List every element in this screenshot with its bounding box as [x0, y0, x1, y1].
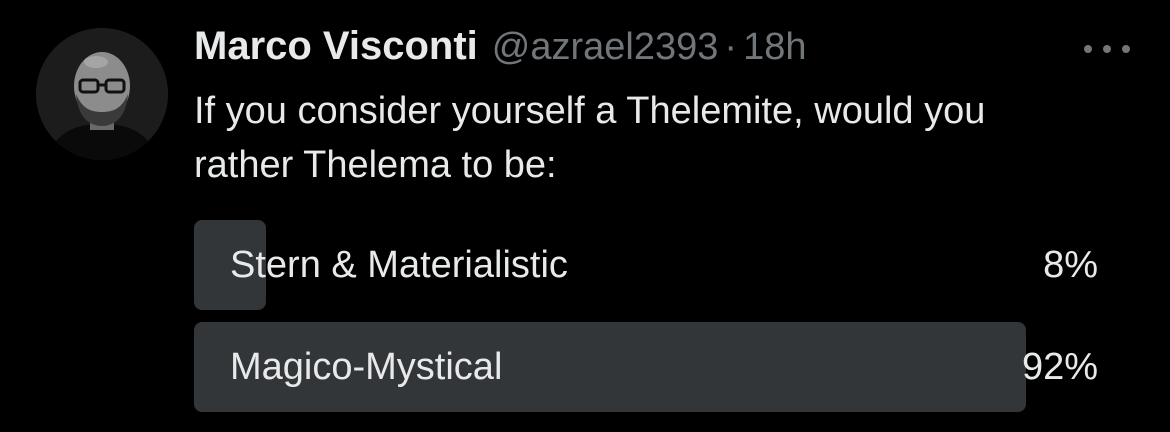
author-avatar[interactable]	[36, 28, 168, 160]
poll-option-label: Stern & Materialistic	[230, 244, 568, 286]
poll-option: Stern & Materialistic 8%	[194, 220, 1098, 310]
poll: Stern & Materialistic 8% Magico-Mystical…	[194, 220, 1098, 424]
more-dot	[1084, 45, 1092, 53]
poll-option: Magico-Mystical 92%	[194, 322, 1098, 412]
poll-option-label: Magico-Mystical	[230, 346, 503, 388]
separator-dot: ·	[724, 26, 738, 68]
tweet-header: Marco Visconti @azrael2393 · 18h	[194, 24, 806, 76]
avatar-image	[36, 28, 168, 160]
poll-option-percent: 8%	[1043, 244, 1098, 286]
poll-option-percent: 92%	[1021, 346, 1098, 388]
author-name[interactable]: Marco Visconti	[194, 24, 478, 69]
tweet-text: If you consider yourself a Thelemite, wo…	[194, 90, 986, 186]
author-handle[interactable]: @azrael2393	[492, 26, 719, 69]
more-dot	[1103, 45, 1111, 53]
tweet-timestamp[interactable]: 18h	[743, 26, 806, 69]
more-dot	[1122, 45, 1130, 53]
tweet-card[interactable]: Marco Visconti @azrael2393 · 18h If you …	[0, 0, 1170, 432]
more-dots-icon[interactable]	[1084, 42, 1130, 56]
